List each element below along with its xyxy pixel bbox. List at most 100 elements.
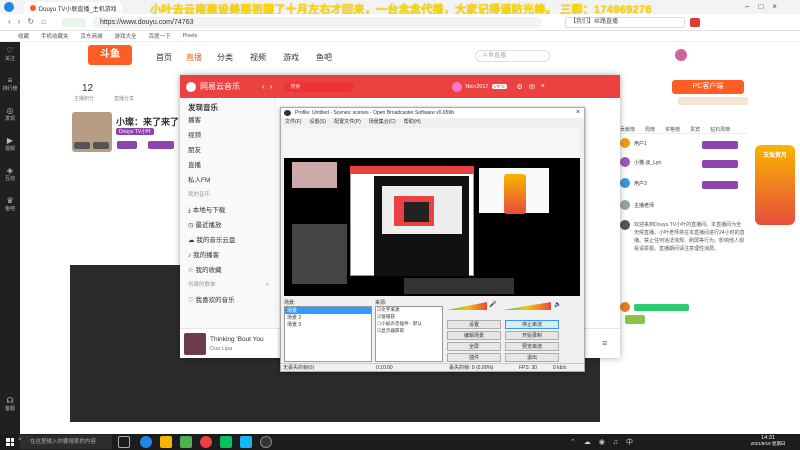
tab-diamond[interactable]: 钻石周榜	[710, 126, 730, 133]
edit-scene-button[interactable]: 编辑场景	[447, 331, 501, 340]
avatar[interactable]	[452, 81, 463, 92]
stop-stream-button[interactable]: 停止串流	[505, 320, 559, 329]
netease-search-input[interactable]: 搜索	[284, 81, 355, 92]
reload-icon[interactable]: ↻	[27, 17, 34, 26]
scene-item[interactable]: 场景	[285, 307, 371, 314]
playlist-item[interactable]: ♡ 我喜欢的音乐	[180, 293, 275, 308]
wechat-taskbar-icon[interactable]	[220, 436, 232, 448]
back-icon[interactable]: ‹	[8, 17, 11, 26]
forward-icon[interactable]: ›	[18, 17, 21, 26]
browser-tab[interactable]: Douyu TV小联直播_主机游戏直播	[24, 2, 122, 14]
bookmark-item[interactable]: 收藏	[18, 32, 29, 40]
bookmark-item[interactable]: 手机收藏夹	[41, 32, 69, 40]
playlist-icon[interactable]: ≡	[602, 338, 607, 348]
sidebar-item-live[interactable]: 直播	[180, 158, 275, 173]
sidebar-item-friends[interactable]: 朋友	[180, 143, 275, 158]
source-item[interactable]: ☑显示器获取	[376, 328, 442, 335]
obs-taskbar-icon[interactable]	[260, 436, 272, 448]
song-artist[interactable]: Dua Lipa	[210, 346, 232, 352]
qq-taskbar-icon[interactable]	[240, 436, 252, 448]
tab-weekly[interactable]: 周榜	[645, 126, 655, 133]
douyu-logo[interactable]: 斗鱼	[88, 45, 132, 65]
sidebar-item-local[interactable]: ⤓ 本地与下载	[180, 203, 275, 218]
source-item[interactable]: ☐小屏声音插件 - 默认	[376, 321, 442, 328]
taskbar-search-input[interactable]: 在这里输入你要搜索的内容	[20, 435, 112, 449]
task-view-icon[interactable]	[118, 436, 130, 448]
avatar[interactable]	[620, 200, 630, 210]
douyu-search-input[interactable]: 斗鱼直播	[475, 50, 550, 62]
close-icon[interactable]: ×	[772, 2, 777, 11]
tab-contribution[interactable]: 贡献榜	[620, 126, 635, 133]
nav-video[interactable]: 视频	[250, 52, 266, 63]
windows-start-icon[interactable]	[6, 438, 14, 446]
security-badge[interactable]	[62, 18, 86, 27]
scenes-list[interactable]: 场景 场景 2 场景 3	[284, 306, 372, 362]
sources-list[interactable]: ☑文字来源 ☑窗捕获 ☐小屏声音插件 - 默认 ☑显示器获取	[375, 306, 443, 362]
explorer-taskbar-icon[interactable]	[160, 436, 172, 448]
nav-fishbar[interactable]: 鱼吧	[316, 52, 332, 63]
avatar[interactable]	[620, 178, 630, 188]
speaker-icon[interactable]: 🔈	[554, 301, 561, 308]
url-input[interactable]: https://www.douyu.com/74763	[92, 17, 542, 28]
close-icon[interactable]: ×	[576, 108, 580, 118]
avatar[interactable]	[620, 138, 630, 148]
sidebar-item-collect[interactable]: ☆ 我的收藏	[180, 263, 275, 278]
sidebar-item-fishbar[interactable]: ♛ 鱼吧	[0, 192, 20, 222]
promo-banner[interactable]	[678, 97, 748, 105]
tab-vip[interactable]: 贵宾	[690, 126, 700, 133]
sidebar-item-video[interactable]: 视频	[180, 128, 275, 143]
clock[interactable]: 14:31 2021/9/19 星期日	[740, 435, 796, 447]
song-title[interactable]: Thinking 'Bout You	[210, 336, 264, 343]
menu-file[interactable]: 文件(F)	[285, 118, 301, 127]
sidebar-item-mypodcast[interactable]: ♪ 我的播客	[180, 248, 275, 263]
sidebar-item-rank[interactable]: ≡ 排行榜	[0, 72, 20, 102]
avatar[interactable]	[675, 49, 687, 61]
menu-help[interactable]: 帮助(H)	[404, 118, 421, 127]
sidebar-item-fm[interactable]: 私人FM	[180, 173, 275, 188]
maximize-icon[interactable]: □	[758, 2, 763, 11]
home-icon[interactable]: ⌂	[41, 17, 46, 26]
add-playlist-icon[interactable]: +	[266, 278, 269, 293]
back-icon[interactable]: ‹	[262, 82, 265, 91]
menu-profile[interactable]: 配置文件(P)	[334, 118, 361, 127]
preview-stream-button[interactable]: 预览串流	[505, 342, 559, 351]
sidebar-item-cloud[interactable]: ☁ 我的音乐云盘	[180, 233, 275, 248]
nav-games[interactable]: 游戏	[283, 52, 299, 63]
album-cover[interactable]	[184, 333, 206, 355]
bookmark-item[interactable]: Pixels	[183, 33, 198, 39]
sidebar-item-discover[interactable]: ◎ 发现	[0, 102, 20, 132]
sidebar-item-discover[interactable]: 发现音乐	[180, 98, 275, 113]
bookmark-item[interactable]: 游戏大全	[115, 32, 137, 40]
browser-taskbar-icon[interactable]	[140, 436, 152, 448]
source-item[interactable]: ☑文字来源	[376, 307, 442, 314]
pc-client-button[interactable]: PC客户端	[672, 80, 744, 94]
plugins-button[interactable]: 插件	[447, 353, 501, 362]
nav-live[interactable]: 直播	[186, 52, 202, 63]
obs-settings-button[interactable]: 设置	[447, 320, 501, 329]
sidebar-item-video[interactable]: ▶ 视频	[0, 132, 20, 162]
avatar[interactable]	[620, 302, 630, 312]
settings-icon[interactable]: ⚙	[517, 83, 523, 91]
source-item[interactable]: ☑窗捕获	[376, 314, 442, 321]
nav-category[interactable]: 分类	[217, 52, 233, 63]
sidebar-item-recent[interactable]: ◷ 最近播放	[180, 218, 275, 233]
system-tray[interactable]: ⌃ ☁ ◉ ♫ 中	[570, 437, 636, 447]
tab-qualify[interactable]: 资格榜	[665, 126, 680, 133]
bookmark-item[interactable]: 京东商城	[81, 32, 103, 40]
obs-preview[interactable]	[284, 128, 580, 296]
scene-item[interactable]: 场景 2	[285, 314, 371, 321]
scene-item[interactable]: 场景 3	[285, 321, 371, 328]
sidebar-item-interact[interactable]: ◈ 互动	[0, 162, 20, 192]
minimize-icon[interactable]: –	[745, 2, 749, 11]
bookmark-item[interactable]: 百度一下	[149, 32, 171, 40]
fullscreen-button[interactable]: 全屏	[447, 342, 501, 351]
nav-home[interactable]: 首页	[156, 52, 172, 63]
close-icon[interactable]: ×	[541, 83, 545, 90]
forward-icon[interactable]: ›	[270, 82, 273, 91]
sidebar-item-podcast[interactable]: 播客	[180, 113, 275, 128]
menu-settings[interactable]: 设置(S)	[309, 118, 326, 127]
menu-scene-collection[interactable]: 场景集合(C)	[369, 118, 396, 127]
omnibox-search[interactable]: 【我们】丝路直播	[565, 17, 685, 28]
sidebar-item-service[interactable]: ☊ 客服	[0, 392, 20, 422]
exit-button[interactable]: 退出	[505, 353, 559, 362]
